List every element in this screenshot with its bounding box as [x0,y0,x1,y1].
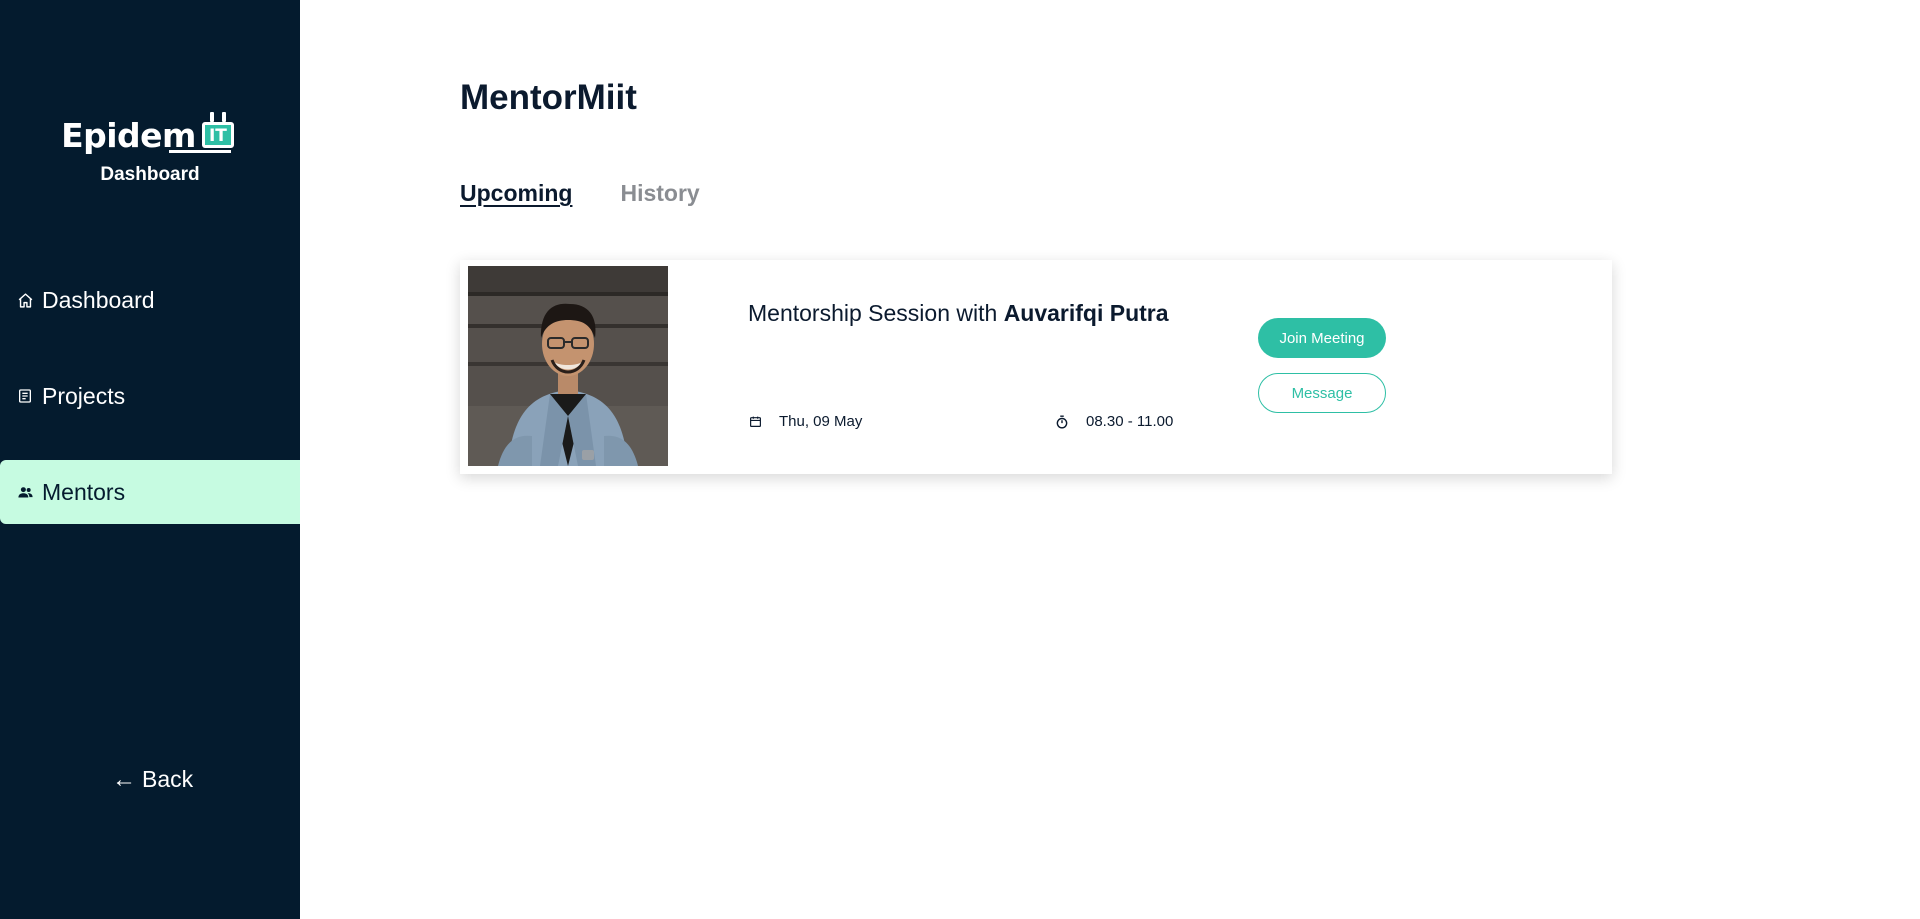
sidebar-item-label: Mentors [42,478,126,505]
session-time-text: 08.30 - 11.00 [1086,413,1174,430]
session-time: 08.30 - 11.00 [1055,413,1173,430]
home-icon [16,291,34,309]
calendar-icon [748,415,762,429]
session-title-prefix: Mentorship Session with [748,300,998,326]
mentor-photo [468,266,668,466]
sidebar-item-mentors[interactable]: Mentors [0,460,300,524]
session-tabs: Upcoming History [460,180,700,207]
logo[interactable]: Epidem IT Dashboard [0,112,300,186]
page-title: MentorMiit [460,78,637,117]
sidebar-item-label: Dashboard [42,286,155,313]
message-button[interactable]: Message [1258,373,1386,413]
sidebar-item-label: Projects [42,382,126,409]
join-meeting-button[interactable]: Join Meeting [1258,318,1386,358]
session-card: Mentorship Session with Auvarifqi Putra … [460,260,1612,474]
session-title: Mentorship Session with Auvarifqi Putra [748,300,1169,327]
document-icon [16,387,34,405]
tab-history[interactable]: History [620,180,699,207]
people-icon [16,483,34,501]
plug-logo-icon: IT [168,112,239,153]
logo-wordmark: Epidem [61,116,196,155]
back-button[interactable]: ← Back [112,766,193,793]
back-label: Back [142,766,194,792]
logo-subtitle: Dashboard [100,164,200,185]
sidebar-nav: Dashboard Projects Mentors [0,268,300,556]
sidebar-item-dashboard[interactable]: Dashboard [0,268,300,332]
sidebar: Epidem IT Dashboard Dashboard Projects M… [0,0,300,919]
tab-upcoming[interactable]: Upcoming [460,180,572,207]
session-date: Thu, 09 May [748,413,862,430]
stopwatch-icon [1055,414,1069,429]
session-date-text: Thu, 09 May [779,413,863,430]
logo-badge: IT [208,126,227,146]
arrow-left-icon: ← [112,765,136,793]
sidebar-item-projects[interactable]: Projects [0,364,300,428]
mentor-name: Auvarifqi Putra [1003,300,1169,326]
